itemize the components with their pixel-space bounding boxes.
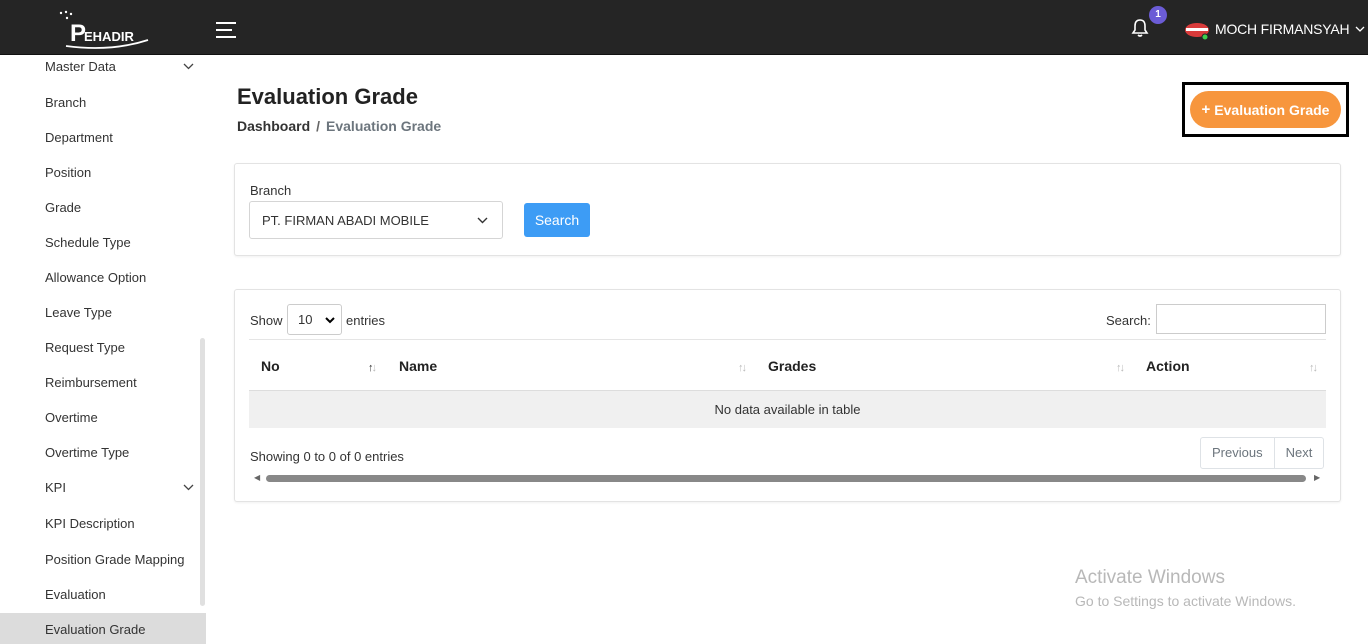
breadcrumb-dashboard-link[interactable]: Dashboard <box>237 118 310 134</box>
sidebar-item-allowance-option[interactable]: Allowance Option <box>0 266 206 301</box>
sort-icon[interactable]: ↑↓ <box>1309 362 1318 374</box>
top-navbar: P EHADIR 1 MOCH FIRMANSYAH <box>0 0 1368 55</box>
scroll-right-icon[interactable]: ▶ <box>1314 473 1320 482</box>
sidebar-item-label: Schedule Type <box>45 235 131 250</box>
sidebar-item-leave-type[interactable]: Leave Type <box>0 301 206 336</box>
sidebar-item-kpi-description[interactable]: KPI Description <box>0 512 206 547</box>
sidebar-item-label: Overtime <box>45 410 98 425</box>
horizontal-scrollbar[interactable]: ◀ ▶ <box>252 472 1324 484</box>
sidebar-item-branch[interactable]: Branch <box>0 91 206 126</box>
watermark-subtitle: Go to Settings to activate Windows. <box>1075 593 1296 609</box>
table-header-divider <box>249 339 1326 340</box>
breadcrumb-separator: / <box>316 118 321 134</box>
sidebar-item-label: Reimbursement <box>45 375 137 390</box>
sidebar-item-department[interactable]: Department <box>0 126 206 161</box>
chevron-down-icon <box>183 484 194 491</box>
app-logo[interactable]: P EHADIR <box>56 10 152 50</box>
sidebar-item-kpi[interactable]: KPI <box>0 476 206 511</box>
column-header-grades[interactable]: Grades <box>768 358 816 374</box>
empty-table-row: No data available in table <box>249 390 1326 428</box>
page-title: Evaluation Grade <box>237 84 418 109</box>
sort-icon[interactable]: ↑↓ <box>368 362 377 374</box>
logo-text: EHADIR <box>84 29 134 44</box>
sidebar-item-label: Evaluation Grade <box>45 622 146 637</box>
chevron-down-icon <box>325 317 335 324</box>
previous-page-button[interactable]: Previous <box>1201 438 1274 468</box>
entries-select[interactable]: 10 <box>287 304 342 335</box>
chevron-down-icon <box>183 63 194 70</box>
pagination: Previous Next <box>1200 437 1325 469</box>
branch-select[interactable]: PT. FIRMAN ABADI MOBILE <box>249 201 503 239</box>
sidebar-item-label: Position <box>45 165 92 180</box>
sidebar-item-overtime-type[interactable]: Overtime Type <box>0 441 206 476</box>
user-name: MOCH FIRMANSYAH <box>1215 21 1350 37</box>
entries-select-value: 10 <box>298 312 313 327</box>
column-header-action[interactable]: Action <box>1146 358 1190 374</box>
user-menu[interactable]: MOCH FIRMANSYAH <box>1183 17 1365 41</box>
column-header-no[interactable]: No <box>261 358 280 374</box>
sidebar-item-overtime[interactable]: Overtime <box>0 406 206 441</box>
sidebar: Master Data Branch Department Position G… <box>0 55 207 644</box>
sidebar-item-label: Evaluation <box>45 587 106 602</box>
sidebar-item-schedule-type[interactable]: Schedule Type <box>0 231 206 266</box>
breadcrumb-current: Evaluation Grade <box>326 118 442 134</box>
sort-icon[interactable]: ↑↓ <box>1116 362 1125 374</box>
branch-select-value: PT. FIRMAN ABADI MOBILE <box>262 213 429 228</box>
sidebar-item-position-grade-mapping[interactable]: Position Grade Mapping <box>0 548 206 583</box>
sidebar-item-label: Allowance Option <box>45 270 147 285</box>
watermark-title: Activate Windows <box>1075 567 1225 588</box>
sidebar-item-master-data[interactable]: Master Data <box>0 55 206 90</box>
sidebar-scrollbar[interactable] <box>200 338 205 606</box>
sidebar-item-label: Department <box>45 130 113 145</box>
branch-label: Branch <box>250 183 292 198</box>
sidebar-item-position[interactable]: Position <box>0 161 206 196</box>
sidebar-item-grade[interactable]: Grade <box>0 196 206 231</box>
chevron-down-icon <box>477 217 488 224</box>
show-label: Show <box>250 313 283 328</box>
breadcrumb: Dashboard / Evaluation Grade <box>237 118 441 134</box>
table-info: Showing 0 to 0 of 0 entries <box>250 449 404 464</box>
sidebar-item-label: Position Grade Mapping <box>45 552 185 567</box>
column-header-name[interactable]: Name <box>399 358 437 374</box>
entries-label: entries <box>346 313 386 328</box>
sidebar-item-label: Grade <box>45 200 82 215</box>
sidebar-item-label: Branch <box>45 95 87 110</box>
sidebar-item-reimbursement[interactable]: Reimbursement <box>0 371 206 406</box>
bell-icon[interactable] <box>1130 18 1150 38</box>
sidebar-item-label: Overtime Type <box>45 445 130 460</box>
plus-icon: + <box>1201 101 1211 118</box>
chevron-down-icon <box>1355 26 1365 32</box>
avatar <box>1183 19 1211 41</box>
notification-badge: 1 <box>1149 6 1167 24</box>
sidebar-item-label: KPI Description <box>45 516 135 531</box>
sidebar-item-request-type[interactable]: Request Type <box>0 336 206 371</box>
sidebar-item-label: Request Type <box>45 340 125 355</box>
add-button-label: Evaluation Grade <box>1214 101 1330 118</box>
sidebar-item-label: KPI <box>45 480 66 495</box>
sidebar-item-label: Leave Type <box>45 305 112 320</box>
search-button[interactable]: Search <box>524 203 590 237</box>
add-evaluation-grade-button[interactable]: + Evaluation Grade <box>1190 91 1341 128</box>
scrollbar-thumb[interactable] <box>266 475 1306 482</box>
hamburger-icon[interactable] <box>216 22 236 38</box>
scroll-left-icon[interactable]: ◀ <box>254 473 260 482</box>
windows-activation-watermark: Activate Windows Go to Settings to activ… <box>1075 567 1296 609</box>
sidebar-item-evaluation-grade[interactable]: Evaluation Grade <box>0 613 206 644</box>
sidebar-item-label: Master Data <box>45 59 116 74</box>
table-search-input[interactable] <box>1156 304 1326 334</box>
sort-icon[interactable]: ↑↓ <box>738 362 747 374</box>
next-page-button[interactable]: Next <box>1273 438 1324 468</box>
table-search-label: Search: <box>1106 313 1151 328</box>
